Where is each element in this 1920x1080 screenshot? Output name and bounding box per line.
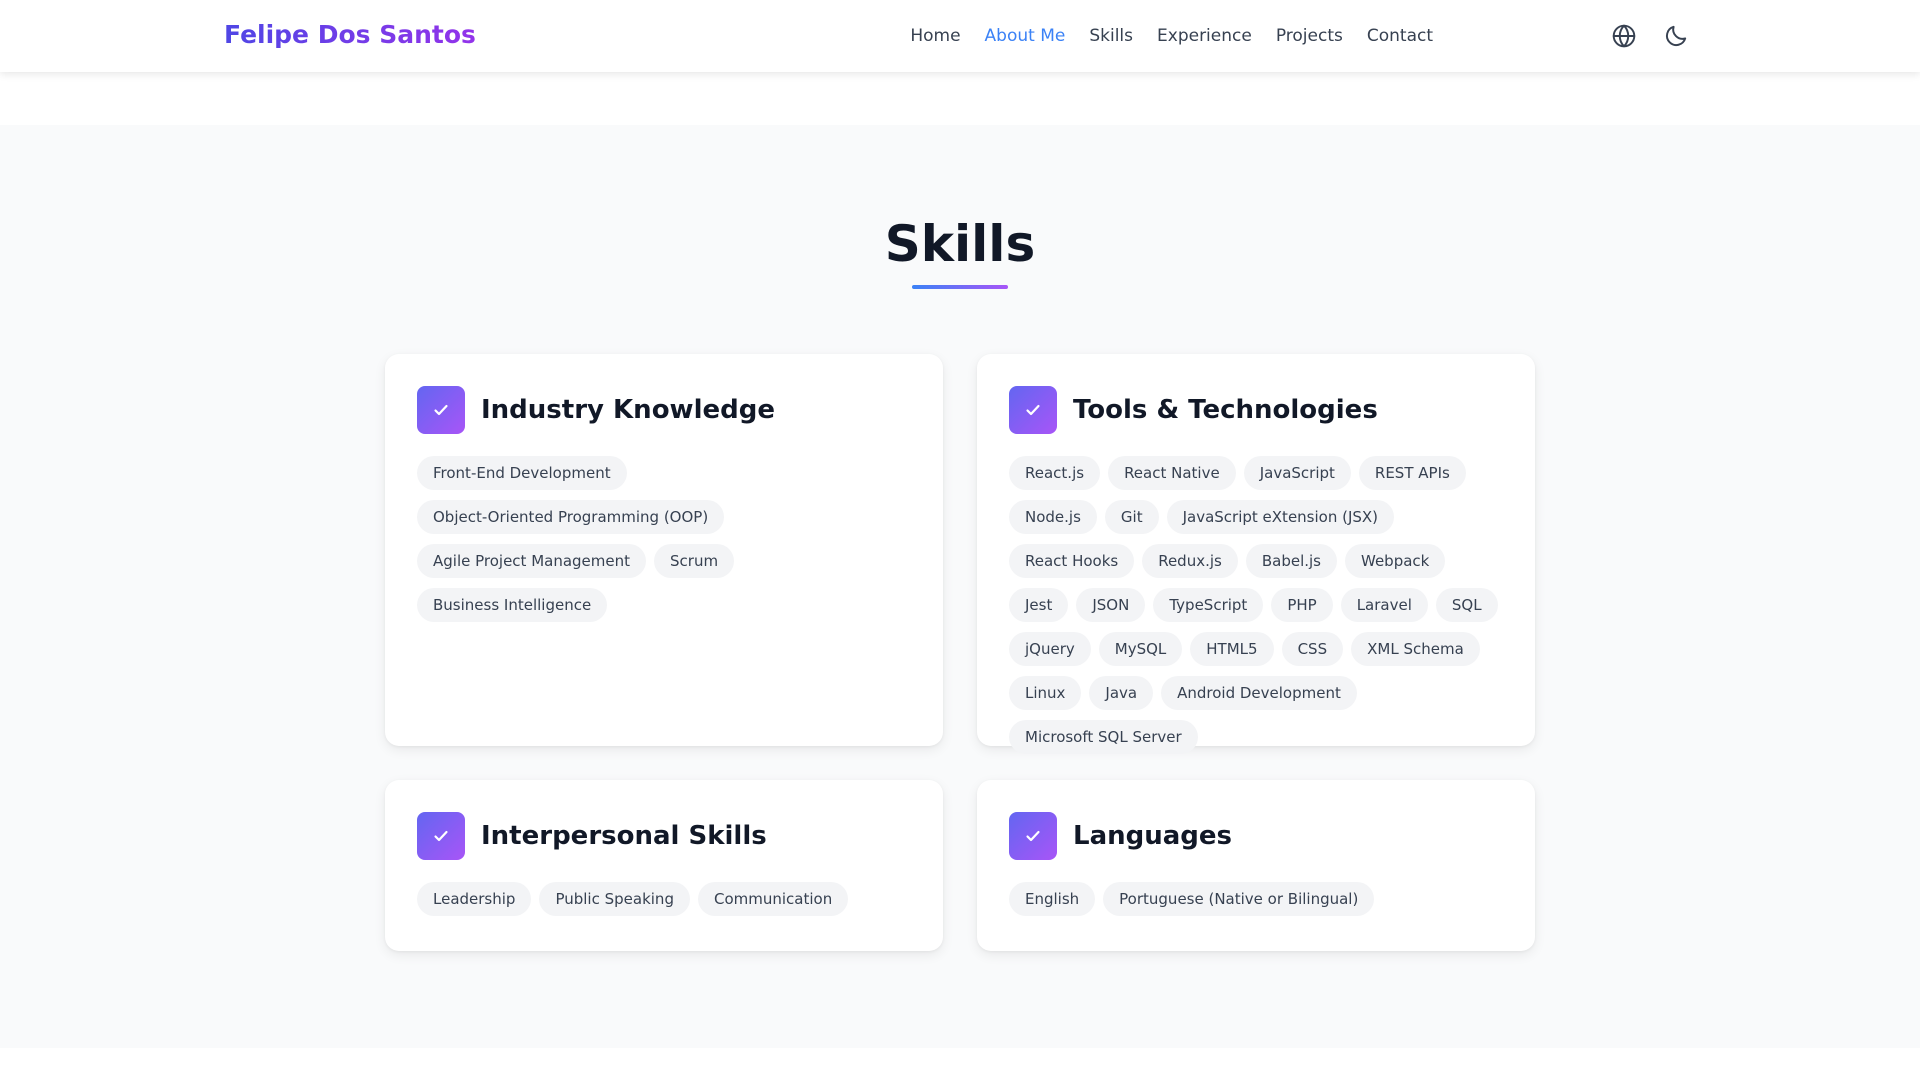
skill-tag: TypeScript bbox=[1153, 588, 1264, 622]
skill-tag: Agile Project Management bbox=[417, 544, 647, 578]
skill-card-interpersonal-skills: Interpersonal Skills Leadership Public Sp… bbox=[385, 780, 943, 951]
skill-tag: Jest bbox=[1009, 588, 1069, 622]
skill-tag: CSS bbox=[1281, 632, 1344, 666]
tag-list: Front-End Development Object-Oriented Pro… bbox=[417, 456, 911, 622]
tag-list: Leadership Public Speaking Communication bbox=[417, 882, 911, 916]
skill-tag: Scrum bbox=[654, 544, 735, 578]
check-icon bbox=[1009, 812, 1057, 860]
skill-tag: Babel.js bbox=[1245, 544, 1337, 578]
skill-tag: English bbox=[1009, 882, 1096, 916]
skill-tag: Microsoft SQL Server bbox=[1009, 720, 1198, 754]
nav-link-skills[interactable]: Skills bbox=[1089, 26, 1133, 46]
globe-icon[interactable] bbox=[1611, 23, 1637, 49]
card-header: Languages bbox=[1009, 812, 1503, 860]
skill-tag: REST APIs bbox=[1358, 456, 1466, 490]
card-header: Interpersonal Skills bbox=[417, 812, 911, 860]
skill-card-industry-knowledge: Industry Knowledge Front-End Development… bbox=[385, 354, 943, 746]
nav-link-home[interactable]: Home bbox=[910, 26, 960, 46]
skill-tag: XML Schema bbox=[1351, 632, 1480, 666]
skill-tag: Laravel bbox=[1340, 588, 1428, 622]
check-icon bbox=[417, 386, 465, 434]
check-icon bbox=[1009, 386, 1057, 434]
tag-list: English Portuguese (Native or Bilingual) bbox=[1009, 882, 1503, 916]
nav-link-experience[interactable]: Experience bbox=[1157, 26, 1252, 46]
skill-tag: JSON bbox=[1076, 588, 1146, 622]
skill-tag: Webpack bbox=[1345, 544, 1446, 578]
skill-tag: React.js bbox=[1009, 456, 1101, 490]
skills-section: Skills Industry Knowledge Front-End Deve… bbox=[0, 125, 1920, 1048]
skill-tag: JavaScript eXtension (JSX) bbox=[1166, 500, 1395, 534]
skill-tag: React Native bbox=[1108, 456, 1236, 490]
skill-tag: HTML5 bbox=[1190, 632, 1274, 666]
title-underline bbox=[912, 285, 1008, 289]
skill-card-tools-technologies: Tools & Technologies React.js React Nativ… bbox=[977, 354, 1535, 754]
skill-tag: SQL bbox=[1435, 588, 1498, 622]
nav-links: Home About Me Skills Experience Projects… bbox=[910, 0, 1433, 72]
card-title: Tools & Technologies bbox=[1073, 395, 1378, 425]
skill-tag: Linux bbox=[1009, 676, 1082, 710]
moon-icon[interactable] bbox=[1663, 23, 1689, 49]
card-title: Industry Knowledge bbox=[481, 395, 775, 425]
skill-tag: Front-End Development bbox=[417, 456, 627, 490]
skill-tag: Communication bbox=[697, 882, 849, 916]
skill-tag: PHP bbox=[1271, 588, 1333, 622]
skill-tag: Object-Oriented Programming (OOP) bbox=[417, 500, 725, 534]
skill-tag: Business Intelligence bbox=[417, 588, 608, 622]
nav-link-contact[interactable]: Contact bbox=[1367, 26, 1433, 46]
card-title: Interpersonal Skills bbox=[481, 821, 767, 851]
navbar: Felipe Dos Santos Home About Me Skills E… bbox=[0, 0, 1920, 72]
nav-link-about-me[interactable]: About Me bbox=[985, 26, 1066, 46]
skill-tag: jQuery bbox=[1009, 632, 1091, 666]
section-title: Skills bbox=[884, 215, 1036, 273]
card-header: Tools & Technologies bbox=[1009, 386, 1503, 434]
skill-tag: React Hooks bbox=[1009, 544, 1135, 578]
skill-tag: Git bbox=[1104, 500, 1159, 534]
skill-tag: Leadership bbox=[417, 882, 532, 916]
skill-tag: Public Speaking bbox=[539, 882, 690, 916]
skill-tag: MySQL bbox=[1098, 632, 1183, 666]
skill-tag: Node.js bbox=[1009, 500, 1097, 534]
skill-tag: Portuguese (Native or Bilingual) bbox=[1103, 882, 1375, 916]
skill-card-languages: Languages English Portuguese (Native or B… bbox=[977, 780, 1535, 951]
card-header: Industry Knowledge bbox=[417, 386, 911, 434]
nav-link-projects[interactable]: Projects bbox=[1276, 26, 1343, 46]
check-icon bbox=[417, 812, 465, 860]
skill-tag: Java bbox=[1089, 676, 1154, 710]
brand-logo[interactable]: Felipe Dos Santos bbox=[224, 20, 476, 49]
skill-tag: JavaScript bbox=[1243, 456, 1351, 490]
skill-tag: Redux.js bbox=[1142, 544, 1238, 578]
tag-list: React.js React Native JavaScript REST APIs N… bbox=[1009, 456, 1503, 754]
card-title: Languages bbox=[1073, 821, 1233, 851]
skill-tag: Android Development bbox=[1161, 676, 1357, 710]
